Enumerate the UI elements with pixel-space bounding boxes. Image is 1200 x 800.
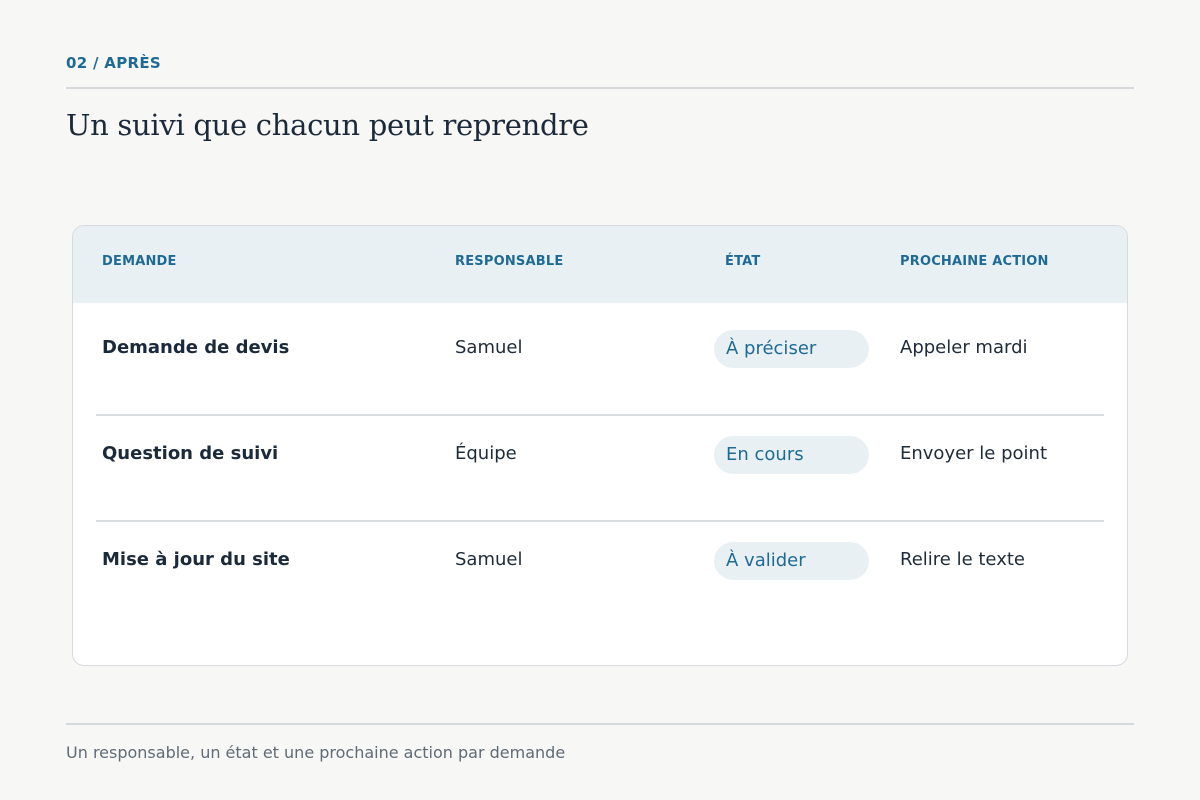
column-header-prochaine-action: PROCHAINE ACTION (900, 254, 1049, 269)
section-eyebrow: 02 / APRÈS (66, 54, 161, 72)
status-badge-label: En cours (726, 444, 804, 465)
column-header-responsable: RESPONSABLE (455, 254, 564, 269)
cell-responsable: Équipe (455, 443, 517, 464)
table-row: Mise à jour du site Samuel À valider Rel… (73, 522, 1127, 628)
top-divider (66, 87, 1134, 89)
status-badge: À préciser (714, 330, 869, 368)
table-row: Question de suivi Équipe En cours Envoye… (73, 416, 1127, 522)
cell-prochaine-action: Envoyer le point (900, 443, 1047, 464)
cell-demande: Demande de devis (102, 337, 290, 358)
status-badge-label: À valider (726, 550, 806, 571)
page-title: Un suivi que chacun peut reprendre (66, 108, 589, 142)
status-badge-label: À préciser (726, 338, 817, 359)
column-header-demande: DEMANDE (102, 254, 177, 269)
cell-prochaine-action: Relire le texte (900, 549, 1025, 570)
cell-responsable: Samuel (455, 549, 523, 570)
bottom-divider (66, 723, 1134, 725)
cell-responsable: Samuel (455, 337, 523, 358)
column-header-etat: ÉTAT (725, 254, 761, 269)
status-badge: En cours (714, 436, 869, 474)
table-header: DEMANDE RESPONSABLE ÉTAT PROCHAINE ACTIO… (73, 226, 1127, 303)
cell-demande: Mise à jour du site (102, 549, 290, 570)
cell-demande: Question de suivi (102, 443, 279, 464)
table-row: Demande de devis Samuel À préciser Appel… (73, 303, 1127, 409)
footnote: Un responsable, un état et une prochaine… (66, 743, 566, 762)
cell-prochaine-action: Appeler mardi (900, 337, 1028, 358)
status-badge: À valider (714, 542, 869, 580)
tracking-table: DEMANDE RESPONSABLE ÉTAT PROCHAINE ACTIO… (72, 225, 1128, 666)
